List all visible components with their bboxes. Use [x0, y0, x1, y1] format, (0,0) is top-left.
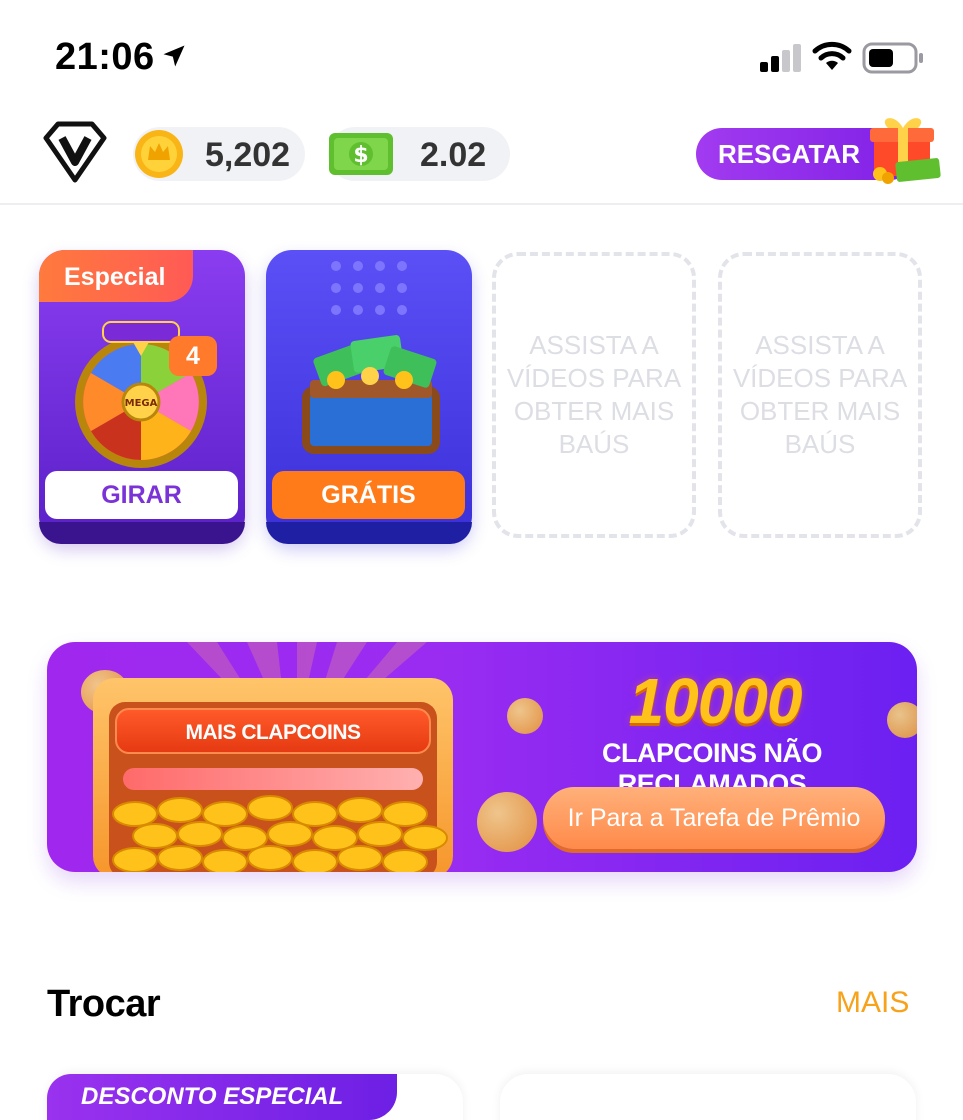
more-link[interactable]: MAIS [836, 986, 909, 1020]
flying-coin [507, 698, 543, 734]
unclaimed-coins-banner[interactable]: MAIS CLAPCOINS 10000 CLAPCOINS NÃO RECLA… [47, 642, 917, 872]
free-chest[interactable]: GRÁTIS [266, 250, 472, 544]
cash-balance-value: 2.02 [420, 136, 487, 174]
top-header: 5,202 $ 2.02 RESGATAR [0, 110, 963, 205]
free-button[interactable]: GRÁTIS [272, 471, 465, 519]
coins-pile-icon [112, 795, 448, 872]
spin-button[interactable]: GIRAR [45, 471, 238, 519]
chest-label: MAIS CLAPCOINS [115, 708, 431, 754]
special-tag: Especial [39, 250, 193, 302]
exchange-card[interactable] [500, 1074, 916, 1120]
exchange-section-title: Trocar [47, 983, 161, 1025]
wifi-icon [812, 41, 852, 70]
signal-icon [760, 44, 801, 72]
unclaimed-amount: 10000 [628, 665, 803, 737]
gift-icon[interactable] [866, 110, 944, 186]
money-chest-icon [302, 335, 440, 454]
go-to-reward-task-button[interactable]: Ir Para a Tarefa de Prêmio [543, 787, 885, 849]
empty-chest-slot[interactable]: ASSISTA A VÍDEOS PARA OBTER MAIS BAÚS [492, 252, 696, 538]
svg-text:$: $ [353, 143, 368, 168]
exchange-card[interactable]: DESCONTO ESPECIAL [47, 1074, 463, 1120]
wheel-center-label: MEGA [125, 398, 158, 409]
vip-icon[interactable] [40, 120, 110, 184]
cash-balance[interactable]: $ 2.02 [328, 127, 510, 181]
coin-balance-value: 5,202 [205, 136, 291, 174]
battery-icon [862, 42, 923, 74]
chest-row: Especial MEGA 4 GIRAR GRÁTIS ASSISTA A V… [0, 250, 963, 550]
mega-spin-chest[interactable]: Especial MEGA 4 GIRAR [39, 250, 245, 544]
flying-coin [887, 702, 917, 738]
status-bar: 21:06 [0, 0, 963, 110]
cash-icon: $ [329, 133, 393, 175]
status-time: 21:06 [55, 36, 155, 78]
discount-tag: DESCONTO ESPECIAL [47, 1074, 397, 1120]
coin-balance[interactable]: 5,202 [133, 127, 305, 181]
location-arrow-icon [163, 45, 185, 67]
flying-coin [477, 792, 537, 852]
coin-icon [135, 130, 183, 178]
spin-count-badge: 4 [169, 336, 217, 376]
empty-chest-slot[interactable]: ASSISTA A VÍDEOS PARA OBTER MAIS BAÚS [718, 252, 922, 538]
